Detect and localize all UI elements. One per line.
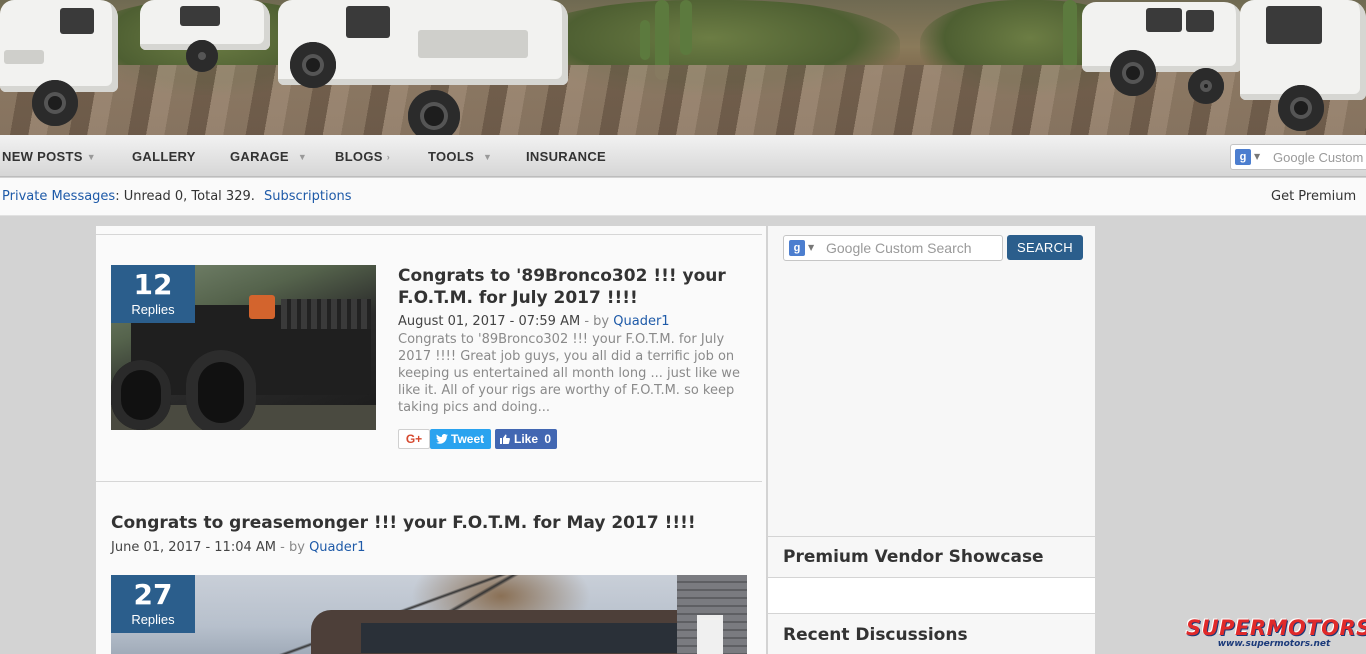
nav-garage[interactable]: GARAGE ▼: [230, 135, 307, 177]
replies-label: Replies: [131, 612, 175, 627]
like-label: Like: [514, 432, 539, 446]
nav-tools[interactable]: TOOLS ▼: [428, 135, 492, 177]
like-count: 0: [544, 432, 552, 446]
article-date: June 01, 2017 - 11:04 AM: [111, 540, 276, 555]
panel-title-premium-vendor-showcase: Premium Vendor Showcase: [783, 547, 1044, 567]
panel-title-recent-discussions: Recent Discussions: [783, 625, 968, 645]
article-title[interactable]: Congrats to greasemonger !!! your F.O.T.…: [111, 512, 731, 534]
article-date: August 01, 2017 - 07:59 AM: [398, 314, 581, 329]
facebook-thumb-icon: [500, 434, 510, 445]
replies-count: 12: [133, 268, 173, 301]
tweet-button[interactable]: Tweet: [430, 429, 491, 449]
article-by: - by: [584, 314, 610, 329]
main-navigation: NEW POSTS ▼ GALLERY GARAGE ▼ BLOGS › TOOLS ▼…: [0, 135, 1366, 177]
pm-status-text: : Unread 0, Total 329.: [115, 189, 255, 204]
article-author-link[interactable]: Quader1: [613, 314, 669, 329]
header-banner-image: [0, 0, 1366, 135]
divider: [768, 536, 1095, 537]
google-search-badge-icon: g: [789, 240, 805, 256]
chevron-down-icon: ▼: [808, 243, 815, 252]
get-premium-link[interactable]: Get Premium: [1271, 189, 1356, 204]
google-plus-icon: G+: [405, 432, 423, 446]
nav-gallery[interactable]: GALLERY: [132, 135, 196, 177]
article-meta: August 01, 2017 - 07:59 AM - by Quader1: [398, 314, 670, 329]
premium-vendor-showcase-panel: [768, 578, 1095, 613]
subscriptions-link[interactable]: Subscriptions: [264, 189, 352, 204]
article-divider: [96, 481, 762, 482]
nav-new-posts[interactable]: NEW POSTS ▼: [2, 135, 96, 177]
sidebar-search-placeholder: Google Custom Search: [826, 240, 972, 256]
search-button[interactable]: SEARCH: [1007, 235, 1083, 260]
nav-insurance[interactable]: INSURANCE: [526, 135, 606, 177]
article-excerpt: Congrats to '89Bronco302 !!! your F.O.T.…: [398, 332, 740, 415]
google-search-badge-icon: g: [1235, 149, 1251, 165]
supermotors-watermark-logo: SUPERMOTORS www.supermotors.net: [1186, 616, 1366, 649]
article-title[interactable]: Congrats to '89Bronco302 !!! your F.O.T.…: [398, 265, 738, 309]
tweet-label: Tweet: [451, 432, 485, 446]
replies-label: Replies: [131, 302, 175, 317]
nav-blogs[interactable]: BLOGS ›: [335, 135, 390, 177]
watermark-url: www.supermotors.net: [1217, 639, 1331, 649]
article-thumbnail[interactable]: [111, 575, 747, 654]
divider: [768, 613, 1095, 614]
divider: [96, 234, 762, 235]
replies-badge: 27 Replies: [111, 575, 195, 633]
chevron-down-icon: ▼: [483, 152, 493, 162]
sidebar-search-input[interactable]: g ▼ Google Custom Search: [783, 235, 1003, 261]
chevron-right-icon: ›: [386, 152, 391, 162]
replies-count: 27: [133, 578, 173, 611]
facebook-like-button[interactable]: Like 0: [495, 429, 557, 449]
header-search-input[interactable]: g ▼ Google Custom: [1230, 144, 1366, 170]
user-subbar: Private Messages: Unread 0, Total 329. S…: [0, 178, 1366, 216]
header-search-placeholder: Google Custom: [1273, 150, 1364, 165]
private-messages-link[interactable]: Private Messages: [2, 189, 115, 204]
google-plus-button[interactable]: G+: [398, 429, 430, 449]
article-meta: June 01, 2017 - 11:04 AM - by Quader1: [111, 540, 365, 555]
chevron-down-icon: ▼: [86, 152, 96, 162]
chevron-down-icon: ▼: [1254, 152, 1261, 161]
chevron-down-icon: ▼: [297, 152, 308, 162]
article-by: - by: [280, 540, 305, 555]
watermark-brand: SUPERMOTORS: [1186, 616, 1366, 640]
article-author-link[interactable]: Quader1: [309, 540, 365, 555]
replies-badge: 12 Replies: [111, 265, 195, 323]
twitter-bird-icon: [436, 433, 448, 444]
